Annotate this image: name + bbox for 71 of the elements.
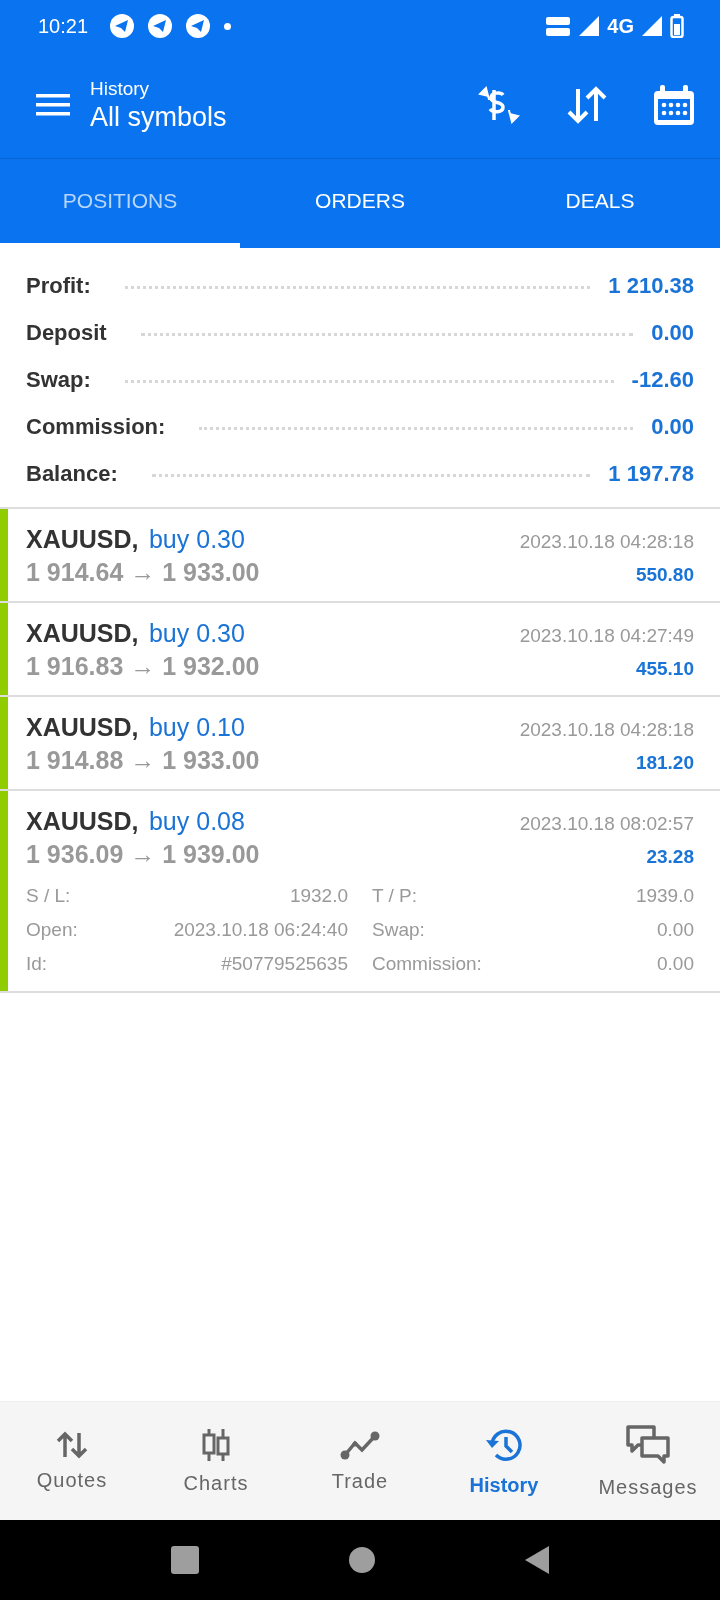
detail-value: 0.00 (657, 953, 694, 975)
signal-icon (642, 16, 662, 36)
candlestick-icon (200, 1427, 232, 1462)
tab[interactable]: POSITIONS (0, 159, 240, 248)
sort-arrows-icon[interactable] (566, 85, 608, 125)
back-button[interactable] (525, 1546, 549, 1574)
nav-tab[interactable]: Trade (288, 1402, 432, 1520)
summary-label: Balance: (26, 460, 118, 487)
nav-tab[interactable]: History (432, 1402, 576, 1520)
trade-time: 2023.10.18 04:27:49 (519, 625, 694, 647)
summary-value: 1 210.38 (608, 272, 694, 299)
symbol-name: XAUUSD, (26, 619, 139, 647)
symbol-name: XAUUSD, (26, 807, 139, 835)
trade-volume: buy 0.30 (148, 619, 245, 647)
paper-plane-icon (148, 14, 173, 38)
tab[interactable]: ORDERS (240, 159, 480, 248)
detail-label: Open: (26, 919, 78, 941)
price-range: 1 916.83 → 1 932.00 (26, 652, 260, 681)
detail-label: T / P: (372, 885, 418, 907)
trade-profit: 23.28 (646, 846, 694, 868)
price-range: 1 914.64 → 1 933.00 (26, 558, 260, 587)
symbol-name: XAUUSD, (26, 713, 139, 741)
detail-value: 2023.10.18 06:24:40 (173, 919, 348, 941)
battery-icon (670, 14, 684, 38)
signal-icon (579, 16, 600, 36)
nav-tab[interactable]: Messages (576, 1402, 720, 1520)
up-down-arrows-icon (56, 1430, 88, 1459)
trade-time: 2023.10.18 04:28:18 (519, 719, 694, 741)
detail-value: 1939.0 (635, 885, 694, 907)
summary-value: -12.60 (631, 366, 694, 393)
price-range: 1 936.09 → 1 939.00 (26, 840, 260, 869)
trade-profit: 455.10 (635, 658, 694, 680)
tab[interactable]: DEALS (480, 159, 720, 248)
home-button[interactable] (349, 1547, 375, 1573)
detail-label: S / L: (26, 885, 71, 907)
summary-value: 1 197.78 (608, 460, 694, 487)
calendar-icon[interactable] (652, 84, 696, 126)
trade-volume: buy 0.08 (148, 807, 245, 835)
summary-label: Deposit (26, 319, 107, 346)
summary-label: Profit: (26, 272, 91, 299)
summary-value: 0.00 (651, 413, 694, 440)
menu-icon[interactable] (36, 93, 70, 117)
trade-profit: 181.20 (635, 752, 694, 774)
header-subtitle: History (90, 77, 151, 100)
summary-label: Commission: (26, 413, 166, 440)
detail-label: Commission: (372, 953, 482, 975)
currency-exchange-icon[interactable] (476, 84, 522, 126)
detail-label: Id: (26, 953, 48, 975)
header-title: All symbols (90, 101, 227, 133)
trade-profit: 550.80 (635, 564, 694, 586)
summary-value: 0.00 (651, 319, 694, 346)
nav-tab[interactable]: Charts (144, 1402, 288, 1520)
summary-label: Swap: (26, 366, 91, 393)
detail-value: 1932.0 (289, 885, 348, 907)
trade-time: 2023.10.18 04:28:18 (519, 531, 694, 553)
chat-bubbles-icon (625, 1423, 671, 1466)
trade-time: 2023.10.18 08:02:57 (519, 813, 694, 835)
detail-label: Swap: (372, 919, 425, 941)
trade-volume: buy 0.30 (148, 525, 245, 553)
network-type: 4G (607, 14, 634, 38)
paper-plane-icon (110, 14, 135, 38)
notification-dot-icon (224, 22, 232, 30)
status-time: 10:21 (38, 14, 89, 38)
trade-volume: buy 0.10 (148, 713, 245, 741)
symbol-name: XAUUSD, (26, 525, 139, 553)
detail-value: 0.00 (657, 919, 694, 941)
line-chart-icon (340, 1429, 380, 1460)
detail-value: #50779525635 (221, 953, 348, 975)
paper-plane-icon (186, 14, 211, 38)
price-range: 1 914.88 → 1 933.00 (26, 746, 260, 775)
nav-tab[interactable]: Quotes (0, 1402, 144, 1520)
